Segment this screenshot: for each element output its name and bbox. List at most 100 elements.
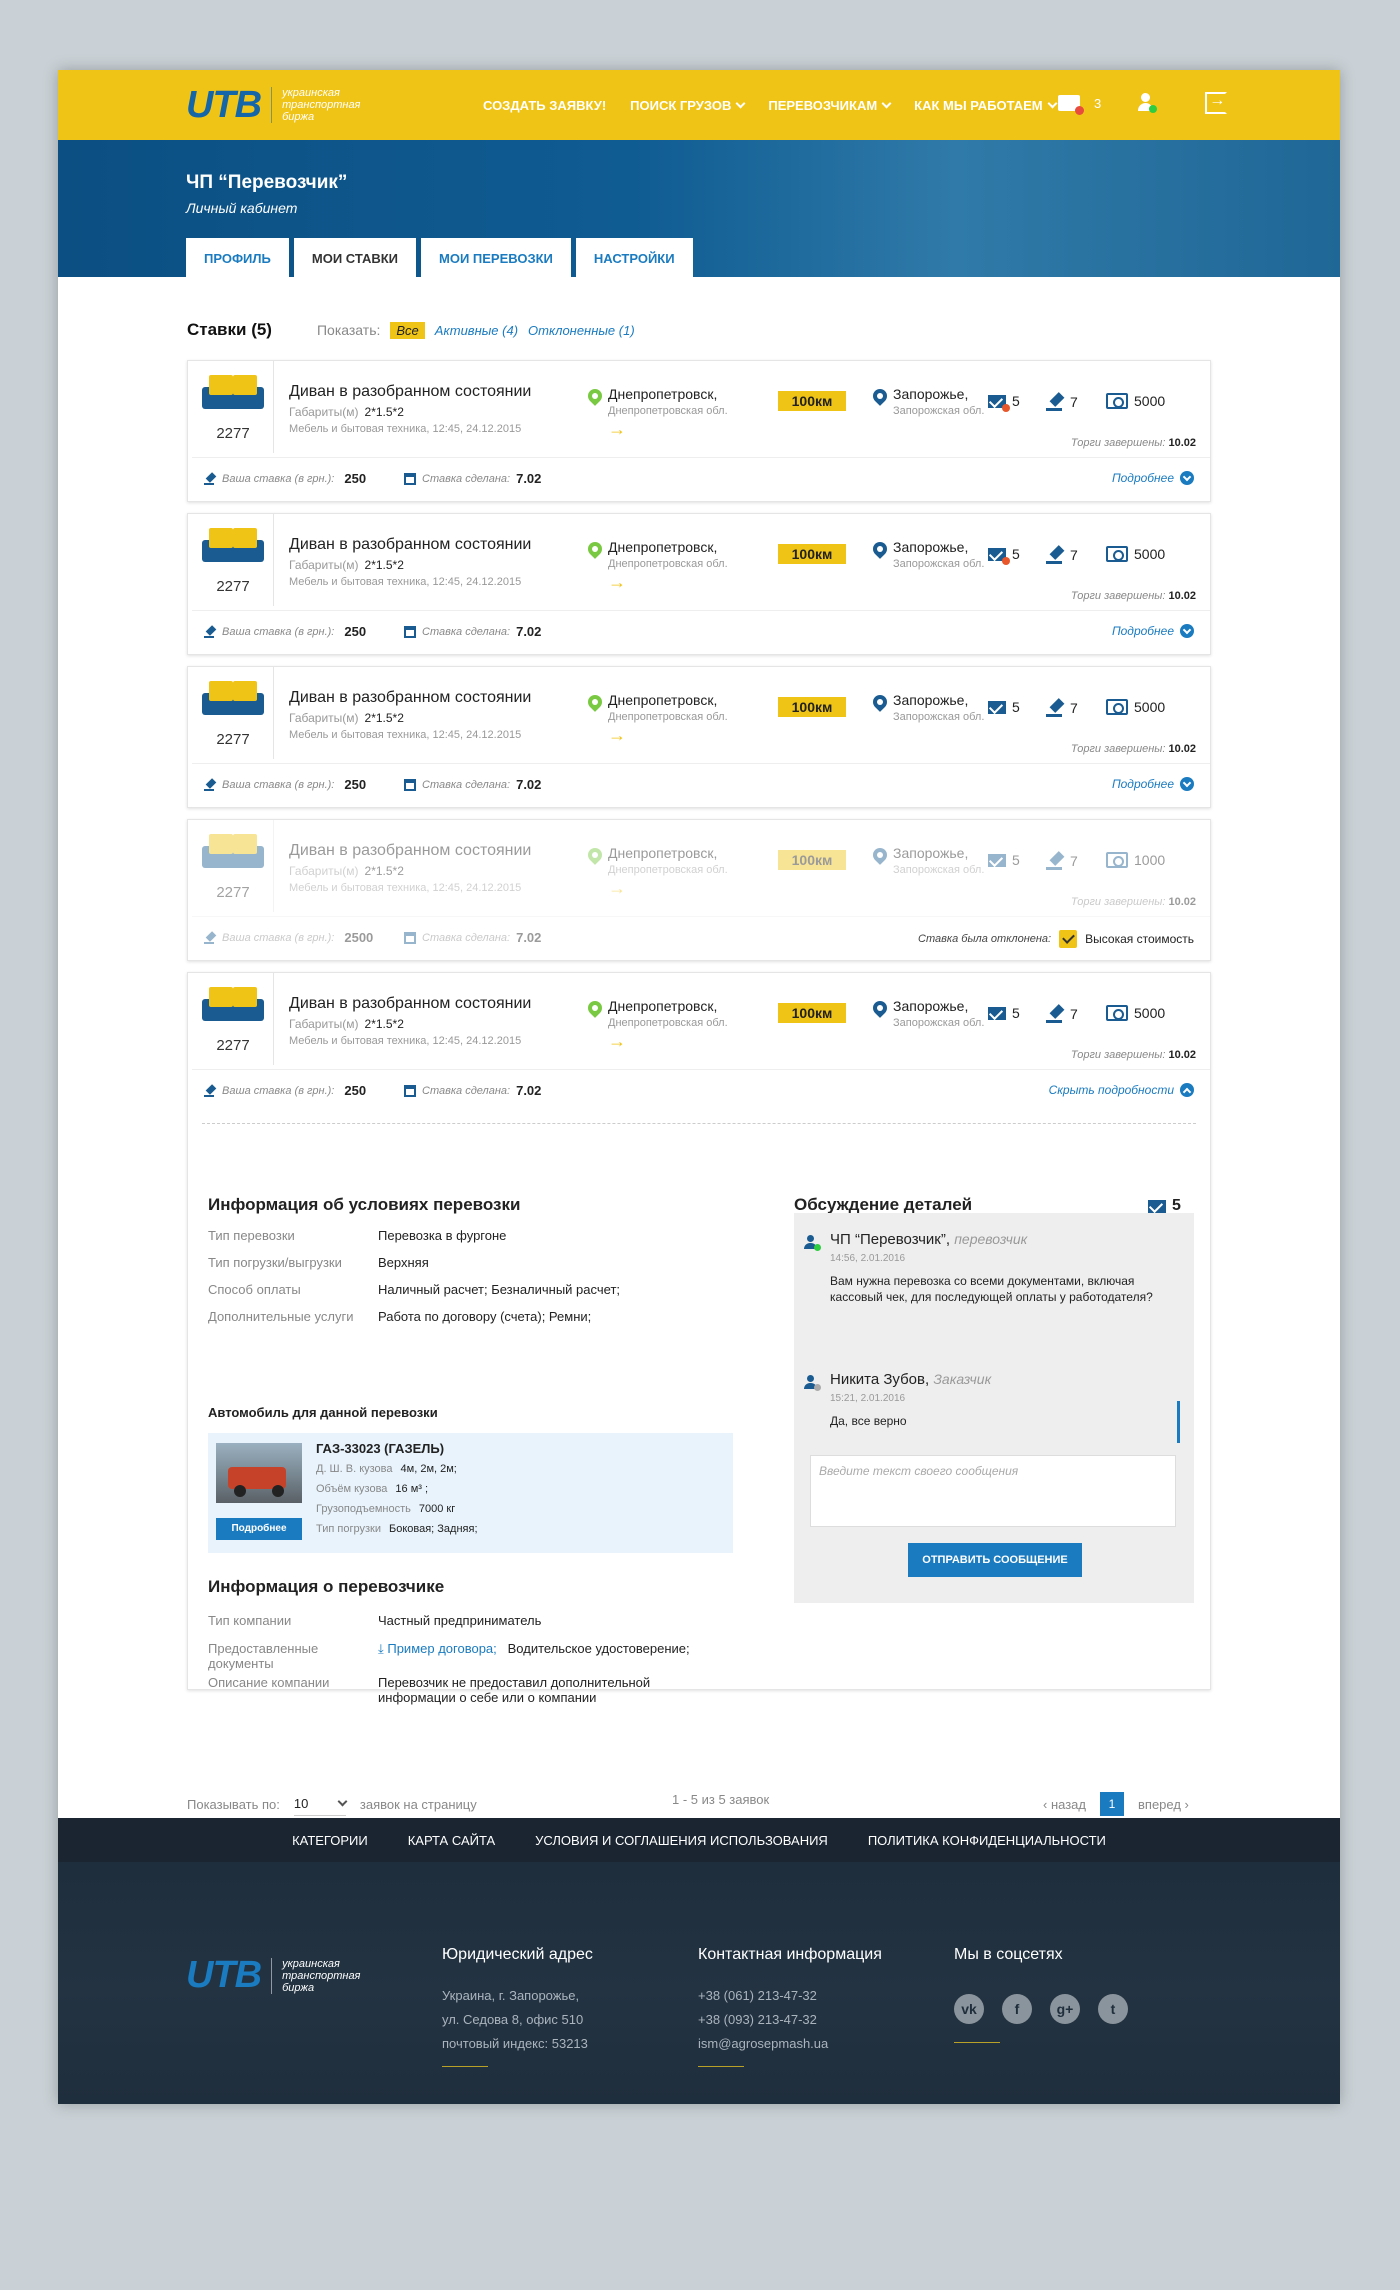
page-current[interactable]: 1: [1100, 1792, 1124, 1816]
tab-profile[interactable]: Профиль: [186, 238, 289, 277]
car-name: ГАЗ-33023 (ГАЗЕЛЬ): [316, 1441, 445, 1456]
condition-row: Тип погрузки/выгрузки Верхняя: [208, 1255, 429, 1270]
message-input[interactable]: Введите текст своего сообщения: [810, 1455, 1176, 1527]
messages-stat[interactable]: 5: [988, 393, 1020, 412]
send-message-button[interactable]: Отправить сообщение: [908, 1543, 1082, 1577]
origin-region: Днепропетровская обл.: [608, 711, 728, 723]
chevron-down-icon: [1180, 777, 1194, 791]
destination-city: Запорожье,: [893, 386, 969, 402]
filter-active[interactable]: Активные (4): [435, 323, 518, 338]
car-spec-row: Грузоподъемность 7000 кг: [316, 1503, 456, 1515]
chevron-down-icon: [735, 98, 746, 108]
hide-details-link[interactable]: Скрыть подробности: [1049, 1083, 1194, 1097]
destination-city: Запорожье,: [893, 998, 969, 1014]
email-link[interactable]: ism@agrosepmash.ua: [698, 2036, 828, 2051]
envelope-icon: [988, 1006, 1006, 1020]
next-page-link[interactable]: вперед ›: [1138, 1797, 1189, 1812]
footer-link-categories[interactable]: Категории: [292, 1833, 368, 1848]
mail-icon[interactable]: [1058, 95, 1084, 115]
origin-region: Днепропетровская обл.: [608, 864, 728, 876]
bid-made: Ставка сделана: 7.02: [404, 1083, 541, 1098]
twitter-icon[interactable]: t: [1098, 1994, 1128, 2024]
cargo-title[interactable]: Диван в разобранном состоянии: [289, 842, 531, 860]
phone-1[interactable]: +38 (061) 213-47-32: [698, 1988, 817, 2003]
conditions-title: Информация об условиях перевозки: [208, 1195, 521, 1214]
footer-link-terms[interactable]: Условия и соглашения использования: [535, 1833, 828, 1848]
cargo-title[interactable]: Диван в разобранном состоянии: [289, 995, 531, 1013]
chat-title: Обсуждение деталей: [794, 1195, 973, 1214]
cargo-number: 2277: [216, 578, 250, 595]
car-photo[interactable]: [216, 1443, 302, 1503]
price-stat: 5000: [1106, 1005, 1165, 1021]
cargo-thumbnail[interactable]: 2277: [192, 973, 274, 1065]
footer-link-privacy[interactable]: Политика конфиденциальности: [868, 1833, 1106, 1848]
arrow-right-icon: →: [608, 878, 626, 898]
pagination-range: 1 - 5 из 5 заявок: [672, 1792, 770, 1807]
cargo-title[interactable]: Диван в разобранном состоянии: [289, 536, 531, 554]
logo[interactable]: UTB украинская транспортная биржа: [186, 84, 360, 127]
logout-icon[interactable]: [1205, 92, 1228, 114]
origin-pin-icon: [588, 1001, 602, 1021]
details-link[interactable]: Подробнее: [1112, 471, 1194, 485]
user-icon[interactable]: [1135, 92, 1158, 114]
nav-how-we-work[interactable]: Как мы работаем: [914, 98, 1058, 113]
reject-reason: Высокая стоимость: [1085, 932, 1194, 946]
filter-rejected[interactable]: Отклоненные (1): [528, 323, 635, 338]
carrier-row: Предоставленные документы ⤓ Пример догово…: [208, 1641, 690, 1671]
chevron-up-icon: [1180, 1083, 1194, 1097]
bid-made: Ставка сделана: 7.02: [404, 930, 541, 945]
cargo-thumbnail[interactable]: 2277: [192, 514, 274, 606]
car-details-button[interactable]: Подробнее: [216, 1518, 302, 1540]
origin-region: Днепропетровская обл.: [608, 405, 728, 417]
per-page-select[interactable]: 10: [293, 1792, 348, 1816]
show-label: Показать:: [316, 322, 381, 338]
top-bar: UTB украинская транспортная биржа Создать …: [58, 70, 1340, 140]
phone-2[interactable]: +38 (093) 213-47-32: [698, 2012, 817, 2027]
sofa-icon: [202, 528, 264, 562]
prev-page-link[interactable]: ‹ назад: [1043, 1797, 1086, 1812]
gavel-icon: [1046, 546, 1064, 564]
messages-stat[interactable]: 5: [988, 699, 1020, 715]
sofa-icon: [202, 681, 264, 715]
nav-search-cargo[interactable]: Поиск грузов: [630, 98, 746, 113]
stake-card: 2277 Диван в разобранном состоянии Габар…: [187, 972, 1211, 1705]
details-link[interactable]: Подробнее: [1112, 777, 1194, 791]
messages-stat[interactable]: 5: [988, 1005, 1020, 1021]
tab-my-stakes[interactable]: Мои ставки: [293, 238, 417, 277]
cargo-title[interactable]: Диван в разобранном состоянии: [289, 689, 531, 707]
destination-pin-icon: [873, 1001, 887, 1021]
nav-create-request[interactable]: Создать заявку!: [483, 98, 606, 113]
arrow-right-icon: →: [608, 419, 626, 439]
cargo-thumbnail[interactable]: 2277: [192, 820, 274, 912]
destination-pin-icon: [873, 695, 887, 715]
details-link[interactable]: Подробнее: [1112, 624, 1194, 638]
cargo-thumbnail[interactable]: 2277: [192, 667, 274, 759]
header-icons: 3: [1058, 92, 1228, 115]
nav-carriers[interactable]: Перевозчикам: [768, 98, 892, 113]
chat-scrollbar[interactable]: [1177, 1401, 1180, 1443]
cargo-meta: Мебель и бытовая техника, 12:45, 24.12.2…: [289, 1035, 522, 1047]
download-contract-link[interactable]: ⤓ Пример договора;: [378, 1641, 497, 1656]
calendar-icon: [404, 1084, 416, 1097]
messages-stat[interactable]: 5: [988, 852, 1020, 868]
vk-icon[interactable]: vk: [954, 1994, 984, 2024]
destination-city: Запорожье,: [893, 539, 969, 555]
footer-logo[interactable]: UTB украинская транспортная биржа: [186, 1954, 360, 1997]
gavel-icon: [204, 779, 216, 791]
facebook-icon[interactable]: f: [1002, 1994, 1032, 2024]
cargo-thumbnail[interactable]: 2277: [192, 361, 274, 453]
tab-my-transports[interactable]: Мои перевозки: [421, 238, 571, 277]
messages-stat[interactable]: 5: [988, 546, 1020, 565]
distance-badge: 100км: [778, 697, 846, 717]
filter-all[interactable]: Все: [390, 321, 425, 339]
gavel-icon: [1046, 1005, 1064, 1023]
chevron-down-icon: [881, 98, 892, 108]
bids-stat: 7: [1046, 1005, 1078, 1023]
your-bid: Ваша ставка (в грн.): 250: [204, 1083, 366, 1098]
condition-row: Дополнительные услуги Работа по договору …: [208, 1309, 592, 1324]
google-plus-icon[interactable]: g+: [1050, 1994, 1080, 2024]
cargo-title[interactable]: Диван в разобранном состоянии: [289, 383, 531, 401]
tab-settings[interactable]: Настройки: [575, 238, 693, 277]
footer-link-sitemap[interactable]: Карта сайта: [408, 1833, 495, 1848]
social-title: Мы в соцсетях: [954, 1946, 1063, 1963]
